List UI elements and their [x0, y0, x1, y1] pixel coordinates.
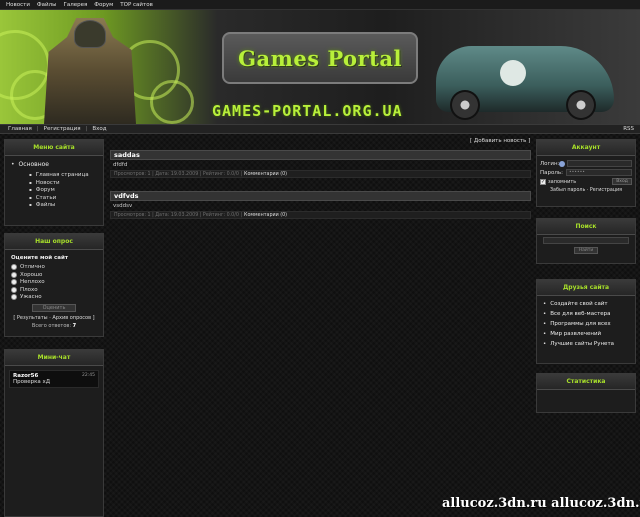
password-row: Пароль: •••••• [540, 169, 632, 176]
top-nav-top-sites[interactable]: TOP сайтов [120, 2, 153, 8]
account-block: Аккаунт Логин: Пароль: •••••• ✓ запомнит… [536, 139, 636, 207]
mini-chat-block: Мини-чат Razor56 22:45 Проверка xД [4, 349, 104, 517]
news-entry: vdfvds vsddsv Просмотров: 1 | Дата: 19.0… [110, 191, 531, 219]
site-menu-block: Меню сайта Основное Главная страница Нов… [4, 139, 104, 226]
radio-button[interactable] [11, 279, 17, 285]
chat-message: Razor56 22:45 Проверка xД [9, 370, 99, 388]
poll-total: Всего ответов: 7 [31, 323, 77, 329]
account-title: Аккаунт [537, 140, 635, 156]
remember-checkbox[interactable]: ✓ [540, 178, 546, 185]
comments-link[interactable]: Комментарии (0) [244, 172, 287, 177]
password-label: Пароль: [540, 169, 563, 176]
stats-title: Статистика [537, 374, 635, 390]
poll-title: Наш опрос [5, 234, 103, 250]
login-row: Логин: [540, 160, 632, 167]
radio-button[interactable] [11, 271, 17, 278]
news-body: vsddsv [113, 203, 133, 209]
news-body: dfdfd [113, 162, 128, 168]
add-news-link[interactable]: [ Добавить новость ] [470, 138, 530, 144]
search-input[interactable] [543, 237, 629, 244]
site-url-text: GAMES-PORTAL.ORG.UA [212, 102, 403, 120]
poll-question: Оцените мой сайт [11, 255, 69, 261]
friend-link[interactable]: Лучшие сайты Рунета [543, 341, 629, 347]
poll-block: Наш опрос Оцените мой сайт Отлично Хорош… [4, 233, 104, 337]
password-input[interactable]: •••••• [566, 169, 632, 176]
menu-item-articles[interactable]: Статьи [29, 195, 97, 201]
top-nav: Новости Файлы Галерея Форум TOP сайтов [0, 0, 640, 10]
radio-button[interactable] [11, 264, 17, 270]
sub-nav-login[interactable]: Вход [92, 126, 106, 132]
poll-option[interactable]: Хорошо [11, 271, 97, 278]
news-meta: Просмотров: 1 | Дата: 19.03.2009 | Рейти… [110, 211, 531, 219]
friends-block: Друзья сайта Создайте свой сайт Все для … [536, 279, 636, 364]
menu-item-news[interactable]: Новости [29, 180, 97, 186]
sub-nav-register[interactable]: Регистрация [44, 126, 81, 132]
news-title[interactable]: vdfvds [110, 191, 531, 201]
register-link[interactable]: Регистрация [590, 188, 622, 193]
menu-item-main[interactable]: Основное Главная страница Новости Форум … [11, 161, 97, 208]
remember-label: запомнить [548, 178, 577, 185]
remember-row: ✓ запомнить Вход [540, 178, 632, 185]
chat-text: Проверка xД [13, 379, 51, 385]
site-logo-text: Games Portal [238, 45, 402, 71]
friend-link[interactable]: Создайте свой сайт [543, 301, 629, 307]
soldier-helmet [74, 20, 106, 48]
radio-button[interactable] [11, 294, 17, 300]
poll-option[interactable]: Неплохо [11, 279, 97, 285]
news-entry: saddas dfdfd Просмотров: 1 | Дата: 19.03… [110, 150, 531, 178]
comments-link[interactable]: Комментарии (0) [244, 213, 287, 218]
friend-link[interactable]: Программы для всех [543, 321, 629, 327]
top-nav-forum[interactable]: Форум [94, 2, 113, 8]
poll-option[interactable]: Плохо [11, 286, 97, 293]
skull-icon [500, 60, 526, 86]
decor-swirl [150, 80, 194, 124]
search-button[interactable]: Найти [574, 247, 598, 254]
car-artwork [436, 46, 614, 120]
menu-item-files[interactable]: Файлы [29, 202, 97, 208]
menu-item-home[interactable]: Главная страница [29, 172, 97, 178]
sub-nav: Главная | Регистрация | Вход RSS [0, 124, 640, 134]
chat-time: 22:45 [82, 373, 95, 378]
rss-link[interactable]: RSS [623, 126, 634, 132]
friends-title: Друзья сайта [537, 280, 635, 296]
wheel-icon [450, 90, 480, 120]
friend-link[interactable]: Все для веб-мастера [543, 311, 629, 317]
news-meta: Просмотров: 1 | Дата: 19.03.2009 | Рейти… [110, 170, 531, 178]
friend-link[interactable]: Мир развлечений [543, 331, 629, 337]
vote-button[interactable]: Оценить [32, 304, 76, 312]
news-title[interactable]: saddas [110, 150, 531, 160]
login-input[interactable] [567, 160, 632, 167]
login-icon [559, 160, 565, 167]
poll-option[interactable]: Ужасно [11, 294, 97, 300]
site-menu-title: Меню сайта [5, 140, 103, 156]
account-links: Забыл пароль · Регистрация [549, 188, 623, 193]
poll-links: [ Результаты · Архив опросов ] [13, 315, 95, 321]
wheel-icon [566, 90, 596, 120]
top-nav-gallery[interactable]: Галерея [63, 2, 87, 8]
sub-nav-home[interactable]: Главная [8, 126, 32, 132]
header-banner: Games Portal GAMES-PORTAL.ORG.UA [0, 10, 640, 124]
radio-button[interactable] [11, 286, 17, 293]
mini-chat-title: Мини-чат [5, 350, 103, 366]
site-logo[interactable]: Games Portal [222, 32, 418, 84]
poll-option[interactable]: Отлично [11, 264, 97, 270]
login-label: Логин: [540, 160, 560, 167]
menu-item-forum[interactable]: Форум [29, 187, 97, 193]
search-title: Поиск [537, 219, 635, 235]
poll-archive-link[interactable]: Архив опросов [52, 315, 91, 321]
watermark-text: allucoz.3dn.ru allucoz.3dn.ru [442, 496, 640, 511]
poll-results-link[interactable]: Результаты [17, 315, 48, 321]
forgot-password-link[interactable]: Забыл пароль [550, 188, 585, 193]
search-block: Поиск Найти [536, 218, 636, 264]
stats-block: Статистика [536, 373, 636, 413]
top-nav-news[interactable]: Новости [6, 2, 30, 8]
top-nav-files[interactable]: Файлы [37, 2, 57, 8]
login-button[interactable]: Вход [612, 178, 632, 185]
